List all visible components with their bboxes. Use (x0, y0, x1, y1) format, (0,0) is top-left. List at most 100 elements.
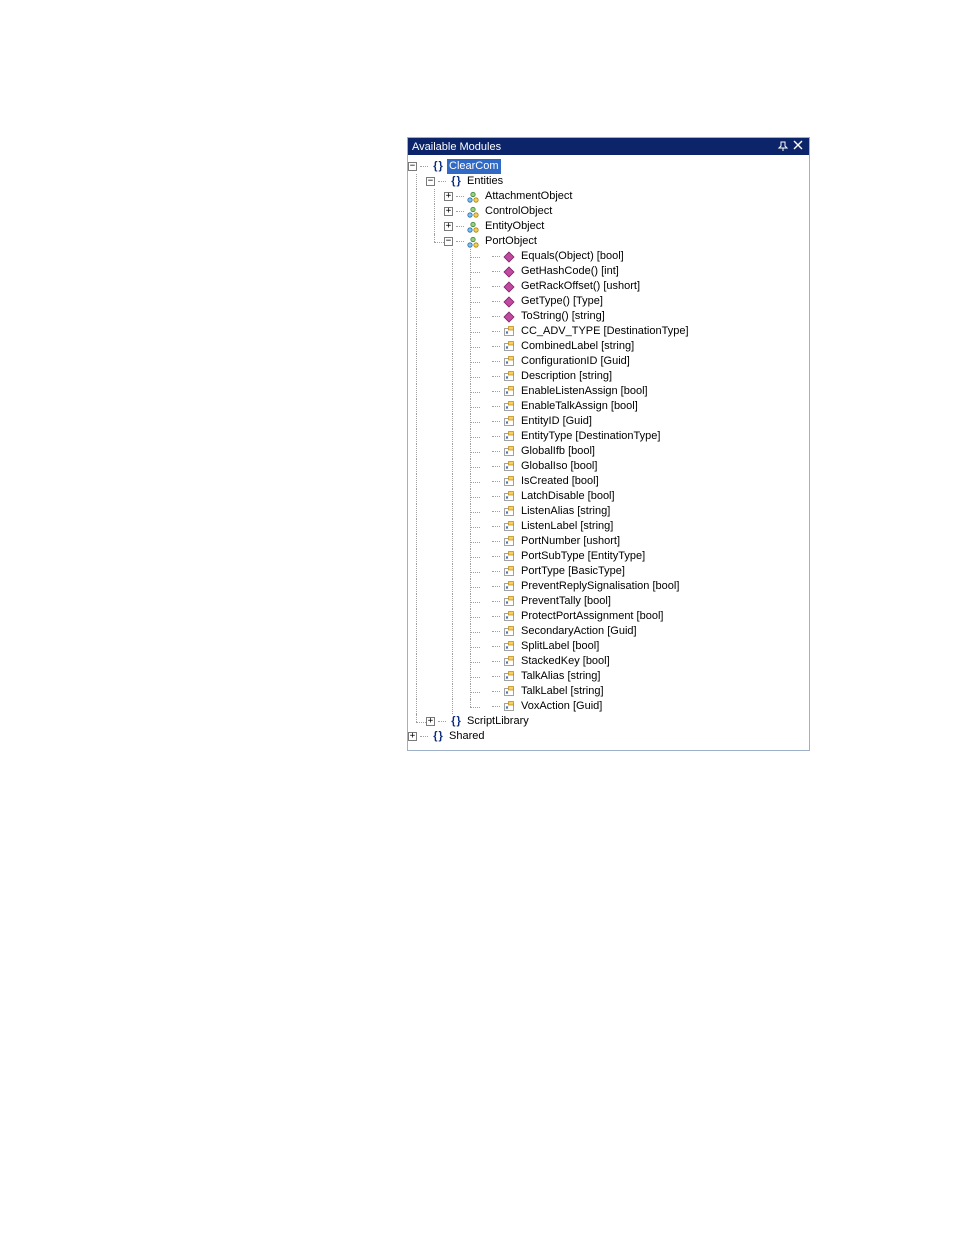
class-icon (466, 189, 480, 204)
tree-spacer (480, 537, 489, 546)
tree-indent (462, 354, 480, 369)
tree-node-label[interactable]: EntityObject (483, 219, 546, 234)
tree-node-label[interactable]: Description [string] (519, 369, 614, 384)
tree-node-label[interactable]: VoxAction [Guid] (519, 699, 604, 714)
tree-node-protectportassignment-bool-[interactable]: ProtectPortAssignment [bool] (408, 609, 809, 624)
tree-node-globalifb-bool-[interactable]: GlobalIfb [bool] (408, 444, 809, 459)
tree-node-tostring-string-[interactable]: ToString() [string] (408, 309, 809, 324)
class-icon (466, 204, 480, 219)
tree-node-attachmentobject[interactable]: + AttachmentObject (408, 189, 809, 204)
tree-node-label[interactable]: PortNumber [ushort] (519, 534, 622, 549)
collapse-toggle[interactable]: − (408, 162, 417, 171)
expand-toggle[interactable]: + (426, 717, 435, 726)
tree-node-gethashcode-int-[interactable]: GetHashCode() [int] (408, 264, 809, 279)
tree-node-configurationid-guid-[interactable]: ConfigurationID [Guid] (408, 354, 809, 369)
tree-node-label[interactable]: PortSubType [EntityType] (519, 549, 647, 564)
tree-node-talkalias-string-[interactable]: TalkAlias [string] (408, 669, 809, 684)
tree-node-gettype-type-[interactable]: GetType() [Type] (408, 294, 809, 309)
collapse-toggle[interactable]: − (444, 237, 453, 246)
tree-node-label[interactable]: EntityID [Guid] (519, 414, 594, 429)
tree-node-label[interactable]: GlobalIso [bool] (519, 459, 599, 474)
tree-node-clearcom[interactable]: −{ }ClearCom (408, 159, 809, 174)
tree-node-splitlabel-bool-[interactable]: SplitLabel [bool] (408, 639, 809, 654)
tree-node-label[interactable]: ControlObject (483, 204, 554, 219)
tree-node-label[interactable]: GlobalIfb [bool] (519, 444, 597, 459)
tree-node-globaliso-bool-[interactable]: GlobalIso [bool] (408, 459, 809, 474)
tree-node-stackedkey-bool-[interactable]: StackedKey [bool] (408, 654, 809, 669)
tree-node-label[interactable]: ListenLabel [string] (519, 519, 615, 534)
tree-node-listenalias-string-[interactable]: ListenAlias [string] (408, 504, 809, 519)
tree-node-combinedlabel-string-[interactable]: CombinedLabel [string] (408, 339, 809, 354)
expand-toggle[interactable]: + (444, 222, 453, 231)
expand-toggle[interactable]: + (444, 192, 453, 201)
tree-node-iscreated-bool-[interactable]: IsCreated [bool] (408, 474, 809, 489)
tree-node-label[interactable]: ConfigurationID [Guid] (519, 354, 632, 369)
tree-node-label[interactable]: ListenAlias [string] (519, 504, 612, 519)
tree-node-preventtally-bool-[interactable]: PreventTally [bool] (408, 594, 809, 609)
tree-node-portnumber-ushort-[interactable]: PortNumber [ushort] (408, 534, 809, 549)
tree-indent (408, 384, 426, 399)
tree-node-label[interactable]: ClearCom (447, 159, 501, 174)
tree-node-label[interactable]: ScriptLibrary (465, 714, 531, 729)
tree-node-label[interactable]: SecondaryAction [Guid] (519, 624, 639, 639)
module-tree[interactable]: −{ }ClearCom−{ }Entities + AttachmentObjec… (408, 155, 809, 750)
tree-node-label[interactable]: StackedKey [bool] (519, 654, 612, 669)
tree-node-label[interactable]: ProtectPortAssignment [bool] (519, 609, 665, 624)
tree-node-label[interactable]: Equals(Object) [bool] (519, 249, 626, 264)
tree-node-label[interactable]: GetType() [Type] (519, 294, 605, 309)
tree-node-label[interactable]: CombinedLabel [string] (519, 339, 636, 354)
tree-node-label[interactable]: TalkAlias [string] (519, 669, 602, 684)
tree-node-portsubtype-entitytype-[interactable]: PortSubType [EntityType] (408, 549, 809, 564)
tree-node-label[interactable]: Shared (447, 729, 486, 744)
tree-node-enabletalkassign-bool-[interactable]: EnableTalkAssign [bool] (408, 399, 809, 414)
tree-node-shared[interactable]: +{ }Shared (408, 729, 809, 744)
tree-node-label[interactable]: PortType [BasicType] (519, 564, 627, 579)
tree-node-label[interactable]: IsCreated [bool] (519, 474, 601, 489)
tree-node-porttype-basictype-[interactable]: PortType [BasicType] (408, 564, 809, 579)
property-icon (502, 534, 517, 549)
tree-node-label[interactable]: PreventReplySignalisation [bool] (519, 579, 681, 594)
tree-node-entities[interactable]: −{ }Entities (408, 174, 809, 189)
tree-node-preventreplysignalisation-bool-[interactable]: PreventReplySignalisation [bool] (408, 579, 809, 594)
pin-icon[interactable] (777, 140, 791, 154)
tree-node-label[interactable]: PortObject (483, 234, 539, 249)
tree-node-label[interactable]: AttachmentObject (483, 189, 574, 204)
tree-node-talklabel-string-[interactable]: TalkLabel [string] (408, 684, 809, 699)
tree-node-entitytype-destinationtype-[interactable]: EntityType [DestinationType] (408, 429, 809, 444)
tree-connector (420, 736, 428, 738)
tree-connector (492, 331, 500, 333)
tree-node-scriptlibrary[interactable]: +{ }ScriptLibrary (408, 714, 809, 729)
tree-node-secondaryaction-guid-[interactable]: SecondaryAction [Guid] (408, 624, 809, 639)
tree-node-label[interactable]: EntityType [DestinationType] (519, 429, 662, 444)
tree-node-portobject[interactable]: − PortObject (408, 234, 809, 249)
tree-node-entityid-guid-[interactable]: EntityID [Guid] (408, 414, 809, 429)
tree-indent (426, 429, 444, 444)
tree-node-enablelistenassign-bool-[interactable]: EnableListenAssign [bool] (408, 384, 809, 399)
tree-indent (426, 324, 444, 339)
tree-node-label[interactable]: PreventTally [bool] (519, 594, 613, 609)
tree-node-label[interactable]: EnableListenAssign [bool] (519, 384, 650, 399)
tree-node-label[interactable]: GetRackOffset() [ushort] (519, 279, 642, 294)
tree-node-label[interactable]: LatchDisable [bool] (519, 489, 617, 504)
tree-connector (492, 316, 500, 318)
collapse-toggle[interactable]: − (426, 177, 435, 186)
tree-node-equals-object-bool-[interactable]: Equals(Object) [bool] (408, 249, 809, 264)
tree-node-label[interactable]: GetHashCode() [int] (519, 264, 621, 279)
tree-node-listenlabel-string-[interactable]: ListenLabel [string] (408, 519, 809, 534)
tree-node-label[interactable]: TalkLabel [string] (519, 684, 606, 699)
tree-node-controlobject[interactable]: + ControlObject (408, 204, 809, 219)
tree-node-getrackoffset-ushort-[interactable]: GetRackOffset() [ushort] (408, 279, 809, 294)
tree-node-label[interactable]: CC_ADV_TYPE [DestinationType] (519, 324, 691, 339)
tree-node-label[interactable]: SplitLabel [bool] (519, 639, 601, 654)
expand-toggle[interactable]: + (408, 732, 417, 741)
tree-node-latchdisable-bool-[interactable]: LatchDisable [bool] (408, 489, 809, 504)
close-icon[interactable] (793, 140, 807, 154)
tree-node-label[interactable]: ToString() [string] (519, 309, 607, 324)
tree-node-label[interactable]: Entities (465, 174, 505, 189)
tree-node-label[interactable]: EnableTalkAssign [bool] (519, 399, 640, 414)
tree-node-voxaction-guid-[interactable]: VoxAction [Guid] (408, 699, 809, 714)
tree-node-cc-adv-type-destinationtype-[interactable]: CC_ADV_TYPE [DestinationType] (408, 324, 809, 339)
tree-node-entityobject[interactable]: + EntityObject (408, 219, 809, 234)
tree-node-description-string-[interactable]: Description [string] (408, 369, 809, 384)
expand-toggle[interactable]: + (444, 207, 453, 216)
